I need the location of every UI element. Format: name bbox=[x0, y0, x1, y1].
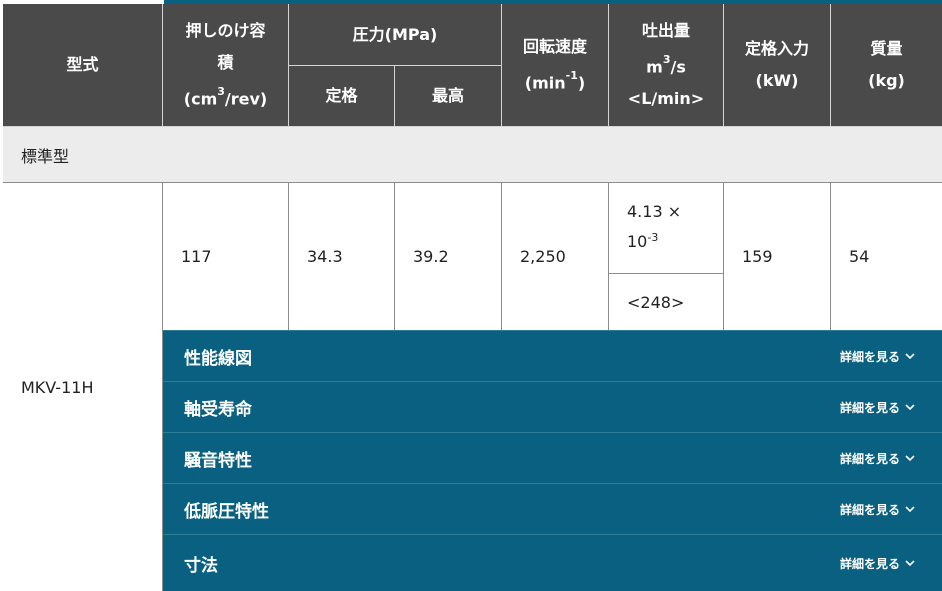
header-displacement-unit: (cm3/rev) bbox=[183, 84, 268, 109]
header-mass: 質量 (kg) bbox=[831, 4, 942, 127]
header-model: 型式 bbox=[3, 4, 163, 127]
accordion-bearing-life[interactable]: 軸受寿命 詳細を見る bbox=[163, 381, 942, 432]
header-pressure: 圧力(MPa) bbox=[289, 4, 502, 66]
cell-displacement: 117 bbox=[163, 183, 289, 330]
header-displacement-line1: 押しのけ容 bbox=[185, 20, 266, 40]
header-speed-unit: (min-1) bbox=[524, 68, 586, 93]
model-cell: MKV-11H bbox=[3, 183, 163, 591]
header-power-label: 定格入力 bbox=[744, 39, 809, 58]
chevron-down-icon bbox=[905, 353, 915, 360]
header-power: 定格入力 (kW) bbox=[724, 4, 831, 127]
details-toggle[interactable]: 詳細を見る bbox=[840, 399, 916, 416]
header-displacement: 押しのけ容 積 (cm3/rev) bbox=[163, 4, 289, 127]
cell-speed: 2,250 bbox=[502, 183, 609, 330]
details-toggle[interactable]: 詳細を見る bbox=[840, 450, 916, 467]
accordion-title: 騒音特性 bbox=[184, 450, 252, 471]
discharge-m3s-exponent: 10-3 bbox=[627, 231, 659, 251]
accordion-performance-curve[interactable]: 性能線図 詳細を見る bbox=[163, 330, 942, 381]
header-mass-label: 質量 bbox=[870, 39, 903, 58]
spec-table: 型式 押しのけ容 積 (cm3/rev) 圧力(MPa) 定格 最高 回転速度 … bbox=[3, 4, 942, 591]
cell-pressure-rated: 34.3 bbox=[289, 183, 395, 330]
cell-power: 159 bbox=[724, 183, 831, 330]
header-mass-unit: (kg) bbox=[868, 71, 905, 90]
header-pressure-max: 最高 bbox=[395, 66, 502, 127]
accordion-title: 性能線図 bbox=[184, 348, 252, 369]
chevron-down-icon bbox=[905, 560, 915, 567]
header-discharge-unit1: m3/s bbox=[646, 52, 686, 77]
header-power-unit: (kW) bbox=[755, 71, 799, 90]
cell-pressure-max: 39.2 bbox=[395, 183, 502, 330]
accordion-noise-characteristics[interactable]: 騒音特性 詳細を見る bbox=[163, 432, 942, 483]
accordion-low-pulsation[interactable]: 低脈圧特性 詳細を見る bbox=[163, 483, 942, 534]
section-standard-type: 標準型 bbox=[3, 127, 942, 183]
chevron-down-icon bbox=[905, 404, 915, 411]
accordion-dimensions[interactable]: 寸法 詳細を見る bbox=[163, 534, 942, 591]
header-speed-label: 回転速度 bbox=[522, 36, 587, 56]
header-displacement-line2: 積 bbox=[217, 52, 234, 72]
header-discharge-unit2: <L/min> bbox=[627, 89, 705, 109]
details-toggle[interactable]: 詳細を見る bbox=[840, 501, 916, 518]
cell-discharge-m3s: 4.13 × 10-3 bbox=[609, 183, 724, 274]
cell-mass: 54 bbox=[849, 247, 870, 266]
header-pressure-rated: 定格 bbox=[289, 66, 395, 127]
accordion-title: 軸受寿命 bbox=[184, 399, 252, 420]
chevron-down-icon bbox=[905, 455, 915, 462]
header-speed: 回転速度 (min-1) bbox=[502, 4, 609, 127]
header-discharge-label: 吐出量 bbox=[641, 20, 690, 40]
accordion-title: 低脈圧特性 bbox=[184, 501, 269, 522]
cell-discharge-lmin: <248> bbox=[609, 274, 724, 330]
details-toggle[interactable]: 詳細を見る bbox=[840, 555, 916, 572]
chevron-down-icon bbox=[905, 506, 915, 513]
details-toggle[interactable]: 詳細を見る bbox=[840, 348, 916, 365]
header-discharge: 吐出量 m3/s <L/min> bbox=[609, 4, 724, 127]
accordion-title: 寸法 bbox=[184, 555, 218, 576]
discharge-m3s-value: 4.13 × bbox=[627, 202, 682, 221]
model-name: MKV-11H bbox=[21, 377, 94, 397]
